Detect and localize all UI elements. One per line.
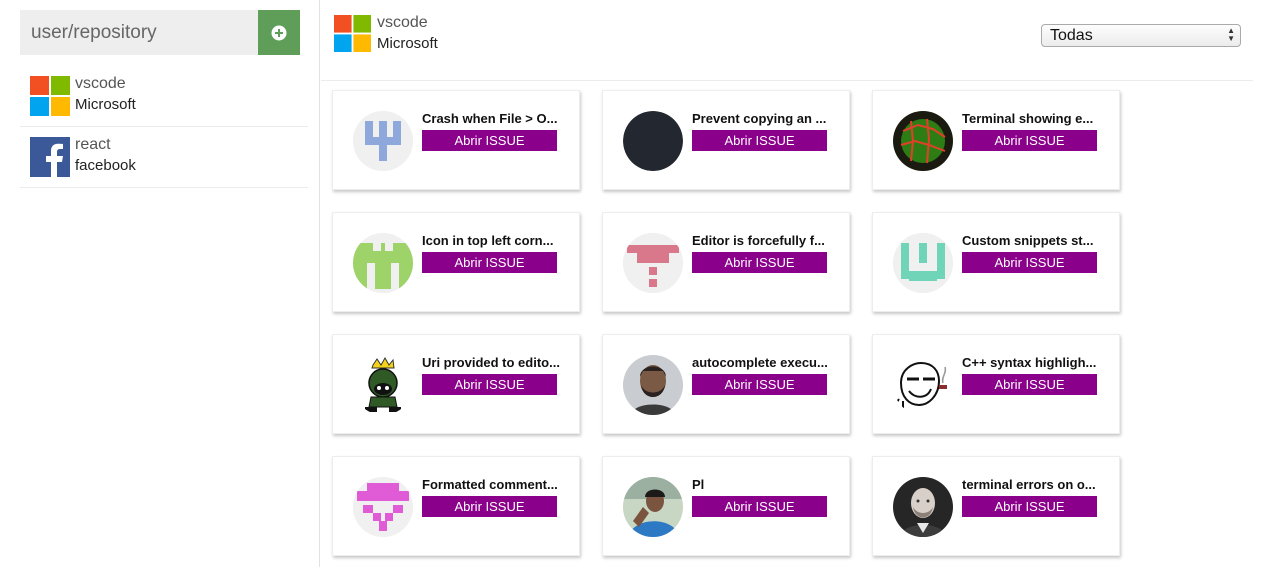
issue-card: terminal errors on o... Abrir ISSUE (872, 456, 1120, 556)
repo-name: react (75, 136, 111, 153)
plus-circle-icon (271, 25, 287, 40)
issue-card: autocomplete execu... Abrir ISSUE (602, 334, 850, 434)
avatar (353, 355, 413, 415)
open-issue-button[interactable]: Abrir ISSUE (692, 496, 827, 517)
add-repo-button[interactable] (258, 10, 300, 55)
issue-card: Formatted comment... Abrir ISSUE (332, 456, 580, 556)
open-issue-button[interactable]: Abrir ISSUE (422, 374, 557, 395)
avatar (623, 477, 683, 537)
issue-title: Pl (692, 477, 705, 492)
issue-card: Uri provided to edito... Abrir ISSUE (332, 334, 580, 434)
issue-card: Pl Abrir ISSUE (602, 456, 850, 556)
issue-title: Icon in top left corn... (422, 233, 554, 248)
issue-card: Editor is forcefully f... Abrir ISSUE (602, 212, 850, 312)
issue-title: autocomplete execu... (692, 355, 828, 370)
open-issue-button[interactable]: Abrir ISSUE (962, 496, 1097, 517)
repo-header: vscode Microsoft Todas ▲ ▼ (321, 0, 1253, 81)
issue-card: Custom snippets st... Abrir ISSUE (872, 212, 1120, 312)
issue-title: Prevent copying an ... (692, 111, 827, 126)
open-issue-button[interactable]: Abrir ISSUE (422, 496, 557, 517)
header-repo-owner: Microsoft (377, 35, 438, 52)
issue-card: Icon in top left corn... Abrir ISSUE (332, 212, 580, 312)
issue-title: Crash when File > O... (422, 111, 558, 126)
avatar (893, 233, 953, 293)
issue-card: Crash when File > O... Abrir ISSUE (332, 90, 580, 190)
open-issue-button[interactable]: Abrir ISSUE (692, 252, 827, 273)
repo-list: vscode Microsoft react facebook (20, 66, 308, 188)
microsoft-logo-icon (334, 15, 371, 52)
avatar (353, 111, 413, 171)
issue-title: Formatted comment... (422, 477, 558, 492)
filter-select[interactable]: Todas ▲ ▼ (1041, 24, 1241, 47)
avatar (353, 477, 413, 537)
repo-owner: Microsoft (75, 96, 136, 113)
avatar (623, 355, 683, 415)
avatar (623, 233, 683, 293)
avatar (623, 111, 683, 171)
sidebar: vscode Microsoft react facebook (0, 0, 320, 567)
repo-owner: facebook (75, 157, 136, 174)
repo-name: vscode (75, 75, 126, 92)
select-arrows-icon: ▲ ▼ (1227, 26, 1235, 43)
open-issue-button[interactable]: Abrir ISSUE (692, 130, 827, 151)
open-issue-button[interactable]: Abrir ISSUE (962, 374, 1097, 395)
issue-card: Prevent copying an ... Abrir ISSUE (602, 90, 850, 190)
repo-item-vscode[interactable]: vscode Microsoft (20, 66, 308, 127)
facebook-logo-icon (30, 137, 70, 177)
repo-item-react[interactable]: react facebook (20, 127, 308, 188)
open-issue-button[interactable]: Abrir ISSUE (422, 130, 557, 151)
issue-title: Terminal showing e... (962, 111, 1094, 126)
open-issue-button[interactable]: Abrir ISSUE (962, 130, 1097, 151)
issue-title: terminal errors on o... (962, 477, 1096, 492)
repo-input[interactable] (20, 10, 258, 55)
microsoft-logo-icon (30, 76, 70, 116)
issue-card: Terminal showing e... Abrir ISSUE (872, 90, 1120, 190)
filter-selected-value: Todas (1050, 27, 1093, 44)
issue-card: C++ syntax highligh... Abrir ISSUE (872, 334, 1120, 434)
issue-title: Custom snippets st... (962, 233, 1094, 248)
header-repo-name: vscode (377, 14, 428, 31)
open-issue-button[interactable]: Abrir ISSUE (422, 252, 557, 273)
avatar (893, 111, 953, 171)
issue-title: Editor is forcefully f... (692, 233, 825, 248)
issue-title: C++ syntax highligh... (962, 355, 1097, 370)
avatar (353, 233, 413, 293)
avatar (893, 477, 953, 537)
open-issue-button[interactable]: Abrir ISSUE (962, 252, 1097, 273)
open-issue-button[interactable]: Abrir ISSUE (692, 374, 827, 395)
issue-title: Uri provided to edito... (422, 355, 560, 370)
avatar (893, 355, 953, 415)
